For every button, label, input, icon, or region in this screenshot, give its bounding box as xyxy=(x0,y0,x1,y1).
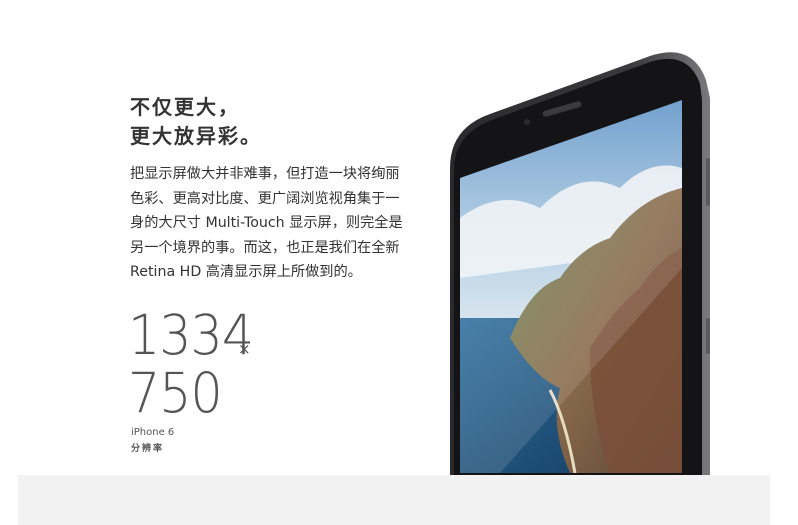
headline-line-1: 不仅更大， xyxy=(130,95,240,119)
resolution-times-sign: × xyxy=(238,340,251,358)
footer-band xyxy=(18,475,770,525)
body-line: 色彩、更高对比度、更广阔浏览视角集于一 xyxy=(130,190,400,207)
resolution-height: 750 xyxy=(128,361,223,425)
body-line: 身的大尺寸 Multi-Touch 显示屏，则完全是 xyxy=(130,215,403,231)
iphone-image xyxy=(450,52,710,478)
body-copy: 把显示屏做大并非难事，但打造一块将绚丽 色彩、更高对比度、更广阔浏览视角集于一 … xyxy=(130,162,442,285)
headline: 不仅更大， 更大放异彩。 xyxy=(130,93,370,151)
model-name: iPhone 6 xyxy=(131,427,175,438)
headline-line-2: 更大放异彩。 xyxy=(130,124,262,148)
body-line: 另一个境界的事。而这，也正是我们在全新 xyxy=(130,239,400,256)
model-caption: 分辨率 xyxy=(131,444,165,454)
resolution-width: 1334 xyxy=(128,303,254,367)
body-line: Retina HD 高清显示屏上所做到的。 xyxy=(130,264,362,280)
body-line: 把显示屏做大并非难事，但打造一块将绚丽 xyxy=(130,166,400,182)
